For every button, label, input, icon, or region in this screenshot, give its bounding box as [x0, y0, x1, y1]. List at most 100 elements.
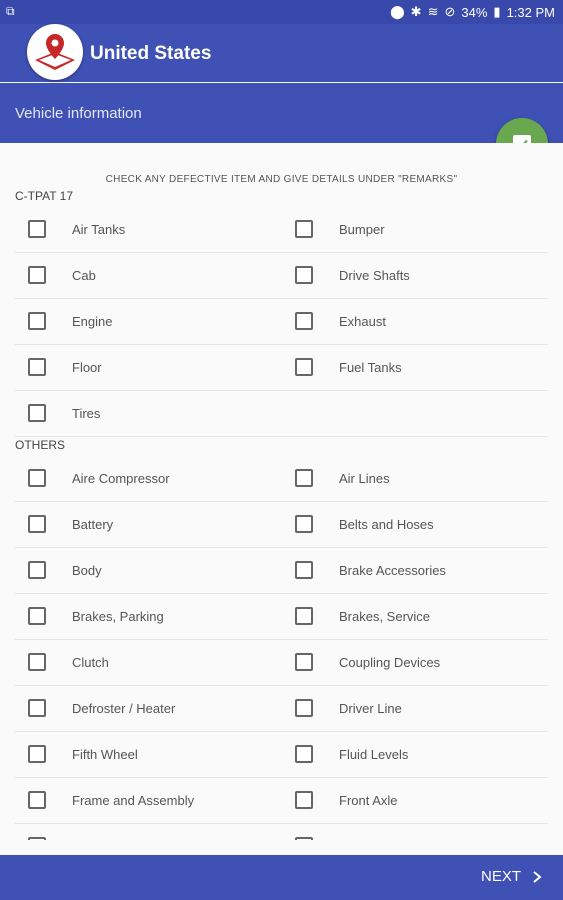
item-label: Brake Accessories — [339, 562, 446, 578]
item-label: Cab — [72, 267, 96, 283]
item-label: Fuel Tanks — [339, 359, 402, 375]
item-label: Exhaust — [339, 313, 386, 329]
clock: 1:32 PM — [506, 4, 555, 20]
item-label: Coupling Devices — [339, 654, 441, 670]
chevron-right-icon — [533, 870, 542, 883]
checklist-row: Fifth Wheel Fluid Levels — [15, 731, 548, 778]
checklist-item[interactable]: Air Tanks — [28, 206, 125, 252]
checkbox[interactable] — [28, 469, 46, 487]
checklist-item[interactable]: Battery — [28, 501, 113, 547]
checkbox[interactable] — [295, 358, 313, 376]
checklist-item[interactable]: Defroster / Heater — [28, 685, 175, 731]
bluetooth-icon: ✱ — [410, 4, 422, 19]
checkbox[interactable] — [295, 607, 313, 625]
checkbox[interactable] — [28, 266, 46, 284]
item-label: Lights — [339, 839, 374, 841]
checklist-item[interactable]: Clutch — [28, 639, 109, 685]
checklist-item[interactable]: Tires — [28, 390, 100, 436]
checkbox[interactable] — [28, 837, 46, 840]
next-button[interactable]: NEXT — [481, 868, 543, 885]
checklist-item[interactable]: Aire Compressor — [28, 455, 170, 501]
checklist-item[interactable]: Fifth Wheel — [28, 731, 138, 777]
item-label: Brakes, Parking — [72, 608, 164, 624]
item-label: Defroster / Heater — [72, 700, 176, 716]
checklist-item[interactable]: Brake Accessories — [295, 547, 446, 593]
checklist-item[interactable]: Brakes, Service — [295, 593, 430, 639]
checklist-item[interactable]: Engine — [28, 298, 112, 344]
app-title: United States — [90, 43, 212, 64]
checkbox[interactable] — [295, 515, 313, 533]
checklist-row: Engine Exhaust — [15, 298, 548, 345]
checklist-row: Body Brake Accessories — [15, 547, 548, 594]
checklist-item[interactable]: Floor — [28, 344, 102, 390]
item-label: Tires — [72, 405, 101, 421]
instruction-text: CHECK ANY DEFECTIVE ITEM AND GIVE DETAIL… — [105, 174, 458, 185]
page-title: Vehicle information — [15, 105, 142, 122]
checkbox[interactable] — [295, 837, 313, 840]
next-label: NEXT — [480, 868, 521, 885]
checkbox[interactable] — [28, 607, 46, 625]
item-label: Clutch — [72, 654, 109, 670]
checkbox[interactable] — [28, 404, 46, 422]
checkbox[interactable] — [28, 515, 46, 533]
item-label: Drive Shafts — [339, 267, 410, 283]
notification-icon: ⧉ — [6, 4, 15, 18]
checklist-item[interactable]: Driver Line — [295, 685, 402, 731]
app-logo — [27, 24, 83, 80]
checklist-row: Defroster / Heater Driver Line — [15, 685, 548, 732]
checkbox[interactable] — [295, 653, 313, 671]
checklist-item[interactable]: Air Lines — [295, 455, 390, 501]
checklist-item[interactable]: Coupling Devices — [295, 639, 440, 685]
checkbox[interactable] — [295, 220, 313, 238]
checklist-row: Horn Lights — [15, 823, 548, 840]
checkbox[interactable] — [295, 699, 313, 717]
section-label: C-TPAT 17 — [15, 189, 74, 203]
checkbox[interactable] — [28, 653, 46, 671]
checkbox[interactable] — [28, 312, 46, 330]
checklist-item[interactable]: Exhaust — [295, 298, 386, 344]
checkbox[interactable] — [28, 220, 46, 238]
sub-header: Vehicle information — [0, 83, 563, 143]
item-label: Front Axle — [339, 792, 398, 808]
checklist-item[interactable]: Bumper — [295, 206, 385, 252]
checklist-content[interactable]: CHECK ANY DEFECTIVE ITEM AND GIVE DETAIL… — [0, 143, 563, 840]
checklist-row: Brakes, Parking Brakes, Service — [15, 593, 548, 640]
checklist-item[interactable]: Drive Shafts — [295, 252, 410, 298]
checkbox[interactable] — [295, 561, 313, 579]
section-label: OTHERS — [15, 438, 66, 452]
checkbox[interactable] — [295, 266, 313, 284]
checklist-row: Battery Belts and Hoses — [15, 501, 548, 548]
item-label: Body — [72, 562, 102, 578]
checkbox[interactable] — [295, 745, 313, 763]
item-label: Engine — [72, 313, 113, 329]
do-not-disturb-icon: ⊘ — [444, 4, 456, 19]
checklist-row: Tires — [15, 390, 548, 437]
checkbox[interactable] — [28, 745, 46, 763]
checkbox[interactable] — [28, 791, 46, 809]
status-icons: ⬤ ✱ ≋ ⊘ 34% ▮ 1:32 PM — [390, 4, 555, 20]
checklist-item[interactable]: Cab — [28, 252, 96, 298]
checklist-item[interactable]: Brakes, Parking — [28, 593, 164, 639]
checkbox[interactable] — [28, 561, 46, 579]
checklist-item[interactable]: Lights — [295, 823, 374, 840]
item-label: Air Tanks — [72, 221, 126, 237]
checklist-item[interactable]: Belts and Hoses — [295, 501, 434, 547]
item-label: Horn — [72, 839, 100, 841]
checklist-item[interactable]: Fuel Tanks — [295, 344, 402, 390]
checklist-item[interactable]: Body — [28, 547, 102, 593]
map-pin-icon — [35, 34, 75, 70]
checklist-item[interactable]: Horn — [28, 823, 100, 840]
checkbox[interactable] — [28, 358, 46, 376]
checkbox[interactable] — [295, 469, 313, 487]
checklist-item[interactable]: Frame and Assembly — [28, 777, 194, 823]
checkbox[interactable] — [295, 312, 313, 330]
checkbox[interactable] — [295, 791, 313, 809]
checklist-item[interactable]: Front Axle — [295, 777, 398, 823]
checklist-row: Clutch Coupling Devices — [15, 639, 548, 686]
checklist-item[interactable]: Fluid Levels — [295, 731, 408, 777]
item-label: Bumper — [339, 221, 385, 237]
checklist-row: Floor Fuel Tanks — [15, 344, 548, 391]
item-label: Aire Compressor — [72, 470, 170, 486]
item-label: Fluid Levels — [339, 746, 409, 762]
checkbox[interactable] — [28, 699, 46, 717]
